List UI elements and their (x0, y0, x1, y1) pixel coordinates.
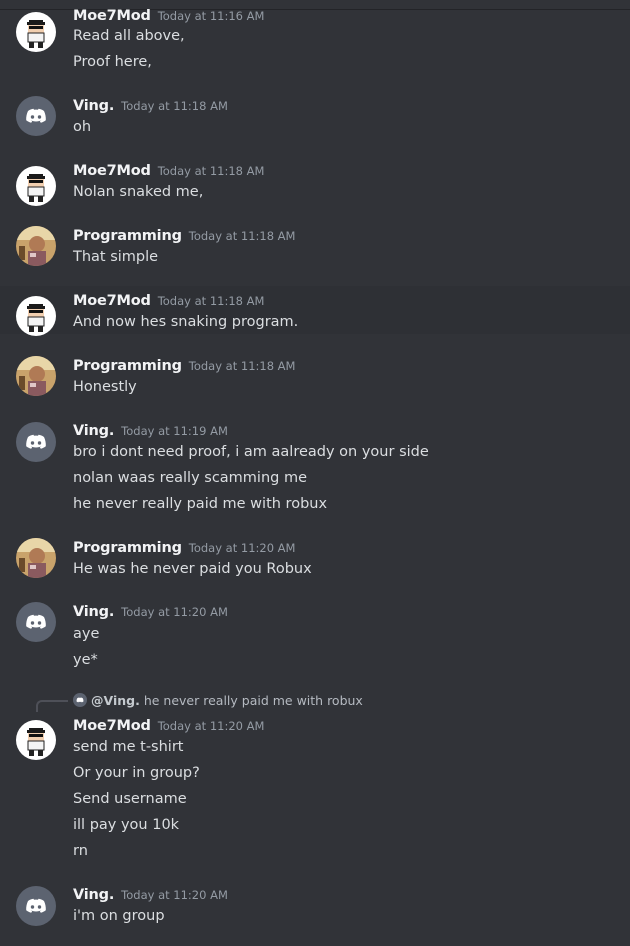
message-line: ill pay you 10k (73, 817, 180, 833)
message[interactable]: Moe7Mod Today at 11:16 AM Read all above,… (0, 0, 630, 80)
message[interactable]: Programming Today at 11:18 AM Honestly (0, 346, 630, 406)
message-line: Proof here, (73, 54, 152, 70)
author-name[interactable]: Ving. (73, 887, 114, 903)
timestamp: Today at 11:18 AM (121, 99, 228, 113)
timestamp: Today at 11:18 AM (188, 229, 296, 243)
message[interactable]: Moe7Mod Today at 11:18 AM Nolan snaked me… (0, 150, 630, 210)
message-line: oh (73, 119, 92, 135)
author-name[interactable]: Ving. (73, 423, 114, 439)
photo-avatar[interactable] (16, 356, 56, 396)
message-line: bro i dont need proof, i am aalready on … (73, 444, 429, 460)
timestamp: Today at 11:20 AM (121, 888, 228, 902)
reply-preview[interactable]: @Ving. he never really paid me with robu… (73, 693, 363, 709)
message[interactable]: @Ving. he never really paid me with robu… (0, 688, 630, 868)
discord-logo-icon (26, 898, 46, 913)
pixel-character-icon (16, 720, 56, 760)
reply-text: he never really paid me with robux (143, 693, 363, 708)
message[interactable]: Ving. Today at 11:20 AM i'm on group (0, 876, 630, 936)
pixel-character-icon (16, 12, 56, 52)
message[interactable]: Ving. Today at 11:18 AM oh (0, 84, 630, 144)
reply-mention[interactable]: @Ving. (91, 693, 140, 708)
message-line: nolan waas really scamming me (73, 470, 308, 486)
photo-avatar-icon (16, 226, 56, 266)
photo-avatar[interactable] (16, 226, 56, 266)
message-line: Send username (73, 791, 187, 807)
author-name[interactable]: Moe7Mod (73, 293, 151, 309)
discord-logo-icon (26, 434, 46, 449)
photo-avatar[interactable] (16, 538, 56, 578)
message-line: i'm on group (73, 908, 165, 924)
message-line: he never really paid me with robux (73, 496, 328, 512)
discord-logo-icon (73, 693, 87, 707)
discord-logo-avatar[interactable] (16, 886, 56, 926)
pixel-character-avatar[interactable] (16, 12, 56, 52)
author-name[interactable]: Programming (73, 540, 182, 556)
reply-spine (36, 700, 68, 712)
message[interactable]: Ving. Today at 11:19 AM bro i dont need p… (0, 414, 630, 524)
author-name[interactable]: Moe7Mod (73, 163, 151, 179)
discord-logo-icon (26, 108, 46, 123)
message[interactable]: Moe7Mod Today at 11:18 AM And now hes sna… (0, 286, 630, 336)
author-name[interactable]: Programming (73, 228, 182, 244)
discord-logo-icon (26, 614, 46, 629)
timestamp: Today at 11:16 AM (157, 9, 265, 23)
message-line: rn (73, 843, 88, 859)
timestamp: Today at 11:20 AM (188, 541, 296, 555)
timestamp: Today at 11:19 AM (121, 424, 228, 438)
pixel-character-icon (16, 296, 56, 336)
message[interactable]: Programming Today at 11:20 AM He was he n… (0, 528, 630, 588)
pixel-character-icon (16, 166, 56, 206)
message-line: Honestly (73, 379, 137, 395)
timestamp: Today at 11:20 AM (157, 719, 265, 733)
discord-logo-avatar[interactable] (16, 422, 56, 462)
message-line: That simple (73, 249, 159, 265)
pixel-character-avatar[interactable] (16, 720, 56, 760)
author-name[interactable]: Moe7Mod (73, 8, 151, 24)
timestamp: Today at 11:20 AM (121, 605, 228, 619)
message-line: Or your in group? (73, 765, 200, 781)
message[interactable]: Ving. Today at 11:20 AM aye ye* (0, 594, 630, 674)
discord-logo-avatar[interactable] (16, 96, 56, 136)
author-name[interactable]: Ving. (73, 98, 114, 114)
pixel-character-avatar[interactable] (16, 166, 56, 206)
timestamp: Today at 11:18 AM (157, 294, 265, 308)
timestamp: Today at 11:18 AM (157, 164, 265, 178)
pixel-character-avatar[interactable] (16, 296, 56, 336)
message-line: send me t-shirt (73, 739, 184, 755)
message[interactable]: Programming Today at 11:18 AM That simple (0, 216, 630, 276)
discord-logo-avatar[interactable] (16, 602, 56, 642)
timestamp: Today at 11:18 AM (188, 359, 296, 373)
author-name[interactable]: Programming (73, 358, 182, 374)
photo-avatar-icon (16, 356, 56, 396)
photo-avatar-icon (16, 538, 56, 578)
message-line: Nolan snaked me, (73, 184, 204, 200)
message-line: And now hes snaking program. (73, 314, 299, 330)
author-name[interactable]: Moe7Mod (73, 718, 151, 734)
message-line: aye (73, 626, 100, 642)
author-name[interactable]: Ving. (73, 604, 114, 620)
message-line: ye* (73, 652, 98, 668)
message-line: He was he never paid you Robux (73, 561, 312, 577)
message-line: Read all above, (73, 28, 185, 44)
